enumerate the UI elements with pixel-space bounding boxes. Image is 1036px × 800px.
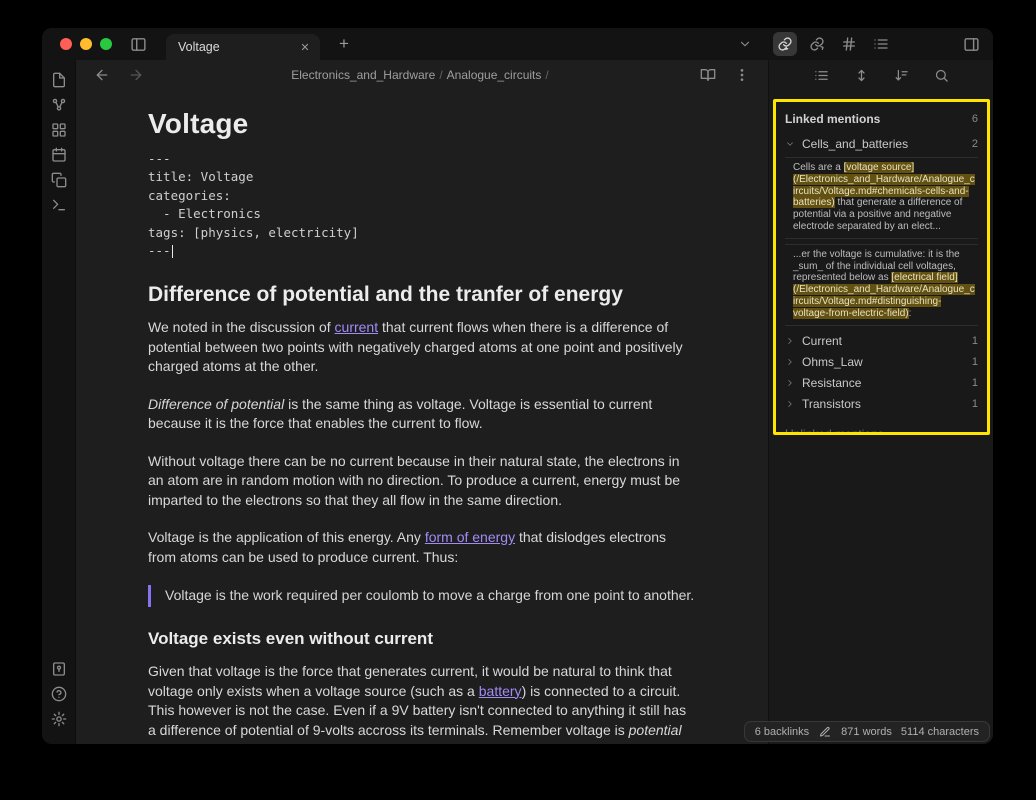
left-ribbon: [42, 60, 76, 744]
close-window-button[interactable]: [60, 38, 72, 50]
pane-header: Electronics_and_Hardware/Analogue_circui…: [76, 60, 768, 90]
paragraph: Difference of potential is the same thin…: [148, 395, 696, 434]
app-window: Voltage ✕ +: [42, 28, 993, 744]
status-bar: 6 backlinks 871 words 5114 characters: [744, 721, 990, 742]
nav-arrows: [90, 63, 148, 87]
window-body: Electronics_and_Hardware/Analogue_circui…: [42, 60, 993, 744]
backlink-group-resistance[interactable]: Resistance 1: [785, 373, 978, 394]
back-icon[interactable]: [90, 63, 114, 87]
backlink-result[interactable]: ...er the voltage is cumulative: it is t…: [785, 244, 978, 326]
search-icon[interactable]: [929, 63, 953, 87]
editor-content[interactable]: Voltage --- title: Voltage categories: -…: [148, 90, 696, 744]
toolbar-icon-group: [773, 32, 893, 56]
zoom-window-button[interactable]: [100, 38, 112, 50]
unlinked-mentions-header[interactable]: Unlinked mentions: [785, 415, 978, 435]
show-context-icon[interactable]: [809, 63, 833, 87]
backlinks-count: 6 backlinks: [755, 726, 809, 738]
backlink-result[interactable]: Cells are a [voltage source](/Electronic…: [785, 157, 978, 239]
expand-collapse-icon[interactable]: [849, 63, 873, 87]
frontmatter-line: categories:: [148, 187, 696, 206]
frontmatter-line: - Electronics: [148, 205, 696, 224]
tab-voltage[interactable]: Voltage ✕: [166, 34, 320, 60]
templates-icon[interactable]: [47, 168, 71, 192]
internal-link-form-of-energy[interactable]: form of energy: [425, 529, 515, 545]
tab-close-icon[interactable]: ✕: [296, 38, 314, 56]
forward-icon[interactable]: [124, 63, 148, 87]
blockquote: Voltage is the work required per coulomb…: [148, 585, 696, 607]
note-icon[interactable]: [47, 68, 71, 92]
backlinks-panel-header: [769, 60, 993, 90]
editor-pane: Electronics_and_Hardware/Analogue_circui…: [76, 60, 768, 744]
more-options-icon[interactable]: [730, 63, 754, 87]
frontmatter-line: ---: [148, 150, 696, 169]
backlink-group-ohms-law[interactable]: Ohms_Law 1: [785, 352, 978, 373]
minimize-window-button[interactable]: [80, 38, 92, 50]
backlink-group-cells-and-batteries[interactable]: Cells_and_batteries 2: [785, 134, 978, 155]
internal-link-current[interactable]: current: [335, 319, 379, 335]
section-heading: Difference of potential and the tranfer …: [148, 285, 696, 305]
frontmatter-line: tags: [physics, electricity]: [148, 224, 696, 243]
internal-link-battery[interactable]: battery: [479, 683, 522, 699]
tabs-dropdown-icon[interactable]: [733, 32, 757, 56]
help-icon[interactable]: [47, 682, 71, 706]
backlink-group-transistors[interactable]: Transistors 1: [785, 394, 978, 415]
sidebar-left-toggle-icon[interactable]: [126, 32, 150, 56]
right-sidebar: Linked mentions 6 Cells_and_batteries 2 …: [768, 60, 993, 744]
backlinks-panel-highlighted: Linked mentions 6 Cells_and_batteries 2 …: [773, 99, 990, 435]
breadcrumb-item[interactable]: Analogue_circuits: [447, 68, 542, 82]
chevron-right-icon[interactable]: [785, 357, 795, 367]
chevron-right-icon[interactable]: [785, 336, 795, 346]
canvas-icon[interactable]: [47, 118, 71, 142]
paragraph: Voltage is the application of this energ…: [148, 528, 696, 567]
settings-icon[interactable]: [47, 707, 71, 731]
new-tab-button[interactable]: +: [332, 32, 356, 56]
text-cursor: [172, 245, 173, 258]
vault-switcher-icon[interactable]: [47, 657, 71, 681]
frontmatter-line: ---: [148, 242, 696, 261]
frontmatter-block[interactable]: --- title: Voltage categories: - Electro…: [148, 150, 696, 261]
linked-mentions-header[interactable]: Linked mentions 6: [785, 110, 978, 134]
linked-mentions-count: 6: [972, 113, 978, 125]
pane-actions: [696, 63, 754, 87]
editor-scroll-area[interactable]: Voltage --- title: Voltage categories: -…: [76, 90, 768, 744]
breadcrumb-separator: /: [541, 68, 552, 82]
tab-title: Voltage: [178, 40, 296, 54]
word-count: 871 words: [841, 726, 892, 738]
character-count: 5114 characters: [901, 726, 979, 738]
chevron-right-icon[interactable]: [785, 399, 795, 409]
tags-icon[interactable]: [837, 32, 861, 56]
chevron-right-icon[interactable]: [785, 378, 795, 388]
graph-icon[interactable]: [47, 93, 71, 117]
breadcrumb: Electronics_and_Hardware/Analogue_circui…: [291, 68, 553, 82]
edit-pencil-icon: [818, 725, 832, 739]
sort-order-icon[interactable]: [889, 63, 913, 87]
breadcrumb-separator: /: [435, 68, 446, 82]
section-heading: Voltage exists even without current: [148, 629, 696, 649]
calendar-icon[interactable]: [47, 143, 71, 167]
outline-icon[interactable]: [869, 32, 893, 56]
outgoing-links-icon[interactable]: [805, 32, 829, 56]
terminal-icon[interactable]: [47, 193, 71, 217]
paragraph: Without voltage there can be no current …: [148, 452, 696, 511]
frontmatter-line: title: Voltage: [148, 168, 696, 187]
breadcrumb-item[interactable]: Electronics_and_Hardware: [291, 68, 435, 82]
paragraph: Given that voltage is the force that gen…: [148, 662, 696, 744]
note-title: Voltage: [148, 114, 696, 134]
backlink-group-current[interactable]: Current 1: [785, 331, 978, 352]
window-controls: [60, 38, 112, 50]
titlebar: Voltage ✕ +: [42, 28, 993, 60]
paragraph: We noted in the discussion of current th…: [148, 318, 696, 377]
backlinks-icon[interactable]: [773, 32, 797, 56]
sidebar-right-toggle-icon[interactable]: [959, 32, 983, 56]
chevron-down-icon[interactable]: [785, 139, 795, 149]
reading-view-icon[interactable]: [696, 63, 720, 87]
emphasis-text: Difference of potential: [148, 396, 284, 412]
